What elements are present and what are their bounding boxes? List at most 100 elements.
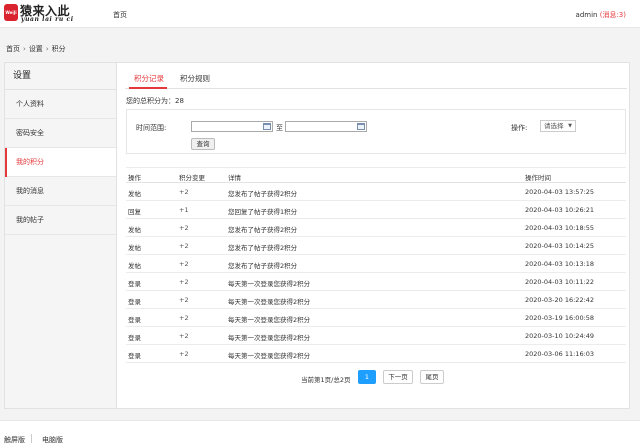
cell-operation: 发帖 [128,244,141,252]
cell-change: +2 [179,188,189,196]
cell-detail: 您发布了帖子获得2积分 [228,190,298,198]
cell-change: +1 [179,206,189,214]
tab-points-record[interactable]: 积分记录 [134,73,164,84]
table-row: 登录 +2 每天第一次登录您获得2积分 2020-03-10 10:24:49 [126,327,626,345]
sidebar-item-messages[interactable]: 我的消息 [5,177,116,206]
tab-points-rules[interactable]: 积分规则 [180,73,210,84]
tab-bar: 积分记录 积分规则 [125,69,627,89]
cell-time: 2020-04-03 10:18:55 [525,224,595,232]
last-page-button[interactable]: 尾页 [420,370,444,384]
cell-detail: 每天第一次登录您获得2积分 [228,334,311,342]
time-range-label: 时间范围: [136,124,167,132]
cell-change: +2 [179,260,189,268]
table-row: 登录 +2 每天第一次登录您获得2积分 2020-03-19 16:00:58 [126,309,626,327]
message-link[interactable]: (消息:3) [600,11,626,19]
site-logo[interactable]: WeiJi 猿来入此 yuan lai ru ci [4,3,84,25]
cell-operation: 发帖 [128,190,141,198]
cell-operation: 登录 [128,316,141,324]
logo-pinyin-text: yuan lai ru ci [21,16,74,23]
cell-operation: 登录 [128,280,141,288]
table-row: 回复 +1 您回复了帖子获得1积分 2020-04-03 10:26:21 [126,201,626,219]
table-row: 发帖 +2 您发布了帖子获得2积分 2020-04-03 13:57:25 [126,183,626,201]
table-row: 登录 +2 每天第一次登录您获得2积分 2020-04-03 10:11:22 [126,273,626,291]
operation-select[interactable]: 请选择 ▼ [540,120,576,132]
header-detail: 详情 [228,174,241,182]
cell-operation: 登录 [128,334,141,342]
header-change: 积分变更 [179,174,205,182]
cell-operation: 登录 [128,298,141,306]
table-row: 登录 +2 每天第一次登录您获得2积分 2020-03-20 16:22:42 [126,291,626,309]
main-panel: 设置 个人资料 密码安全 我的积分 我的消息 我的帖子 积分记录 积分规则 您的… [4,62,630,409]
footer-divider [31,434,32,443]
cell-time: 2020-04-03 10:26:21 [525,206,595,214]
operation-label: 操作: [511,124,528,132]
sidebar-item-posts[interactable]: 我的帖子 [5,206,116,235]
sidebar-item-points[interactable]: 我的积分 [5,148,116,177]
chevron-right-icon: › [45,45,49,53]
query-button[interactable]: 查询 [191,138,215,150]
page-info: 当前第1页/总2页 [301,376,351,384]
filter-box: 时间范围: 至 操作: 请选择 ▼ 查询 [126,109,626,154]
cell-change: +2 [179,350,189,358]
sidebar-item-password[interactable]: 密码安全 [5,119,116,148]
cell-time: 2020-03-20 16:22:42 [525,296,595,304]
page-1-button[interactable]: 1 [358,370,376,384]
cell-time: 2020-03-06 11:16:03 [525,350,595,358]
table-row: 发帖 +2 您发布了帖子获得2积分 2020-04-03 10:18:55 [126,219,626,237]
settings-sidebar: 设置 个人资料 密码安全 我的积分 我的消息 我的帖子 [5,63,117,408]
footer: 触屏版 电脑版 [0,420,640,447]
cell-detail: 每天第一次登录您获得2积分 [228,352,311,360]
cell-operation: 发帖 [128,262,141,270]
cell-detail: 您回复了帖子获得1积分 [228,208,298,216]
pagination: 当前第1页/总2页 1 下一页 尾页 [125,369,627,385]
touch-version-link[interactable]: 触屏版 [4,435,25,445]
next-page-button[interactable]: 下一页 [383,370,413,384]
cell-time: 2020-04-03 10:14:25 [525,242,595,250]
points-table: 操作 积分变更 详情 操作时间 发帖 +2 您发布了帖子获得2积分 2020-04-0… [126,167,626,363]
breadcrumb: 首页 › 设置 › 积分 [6,44,66,54]
breadcrumb-points: 积分 [51,45,66,53]
header-time: 操作时间 [525,174,551,182]
start-date-input[interactable] [191,121,273,132]
to-label: 至 [276,124,283,132]
top-bar: WeiJi 猿来入此 yuan lai ru ci 首页 admin (消息:3… [0,0,640,28]
cell-time: 2020-04-03 13:57:25 [525,188,595,196]
table-row: 登录 +2 每天第一次登录您获得2积分 2020-03-06 11:16:03 [126,345,626,363]
cell-operation: 回复 [128,208,141,216]
cell-detail: 每天第一次登录您获得2积分 [228,298,311,306]
calendar-icon[interactable] [357,123,365,130]
operation-select-value: 请选择 [544,122,564,130]
chevron-right-icon: › [23,45,26,53]
table-row: 发帖 +2 您发布了帖子获得2积分 2020-04-03 10:13:18 [126,255,626,273]
user-area: admin (消息:3) [576,10,626,20]
sidebar-title: 设置 [5,63,116,90]
cell-detail: 每天第一次登录您获得2积分 [228,280,311,288]
cell-change: +2 [179,314,189,322]
breadcrumb-settings[interactable]: 设置 [29,45,43,53]
username-link[interactable]: admin [576,11,598,19]
logo-badge: WeiJi [4,4,18,21]
cell-detail: 您发布了帖子获得2积分 [228,226,298,234]
cell-time: 2020-03-10 10:24:49 [525,332,595,340]
cell-change: +2 [179,296,189,304]
end-date-input[interactable] [285,121,367,132]
content-area: 积分记录 积分规则 您的总积分为：28 时间范围: 至 操作: 请选择 ▼ 查询… [125,63,627,408]
sidebar-item-profile[interactable]: 个人资料 [5,90,116,119]
table-header: 操作 积分变更 详情 操作时间 [126,167,626,183]
desktop-version-link[interactable]: 电脑版 [42,435,63,445]
cell-time: 2020-04-03 10:13:18 [525,260,595,268]
caret-down-icon: ▼ [568,123,572,129]
cell-change: +2 [179,242,189,250]
cell-operation: 登录 [128,352,141,360]
cell-change: +2 [179,278,189,286]
cell-detail: 您发布了帖子获得2积分 [228,262,298,270]
cell-change: +2 [179,332,189,340]
header-operation: 操作 [128,174,141,182]
active-tab-indicator [129,87,167,89]
cell-detail: 每天第一次登录您获得2积分 [228,316,311,324]
cell-detail: 您发布了帖子获得2积分 [228,244,298,252]
breadcrumb-home[interactable]: 首页 [6,45,20,53]
calendar-icon[interactable] [263,123,271,130]
nav-home-link[interactable]: 首页 [113,10,127,20]
cell-time: 2020-04-03 10:11:22 [525,278,595,286]
